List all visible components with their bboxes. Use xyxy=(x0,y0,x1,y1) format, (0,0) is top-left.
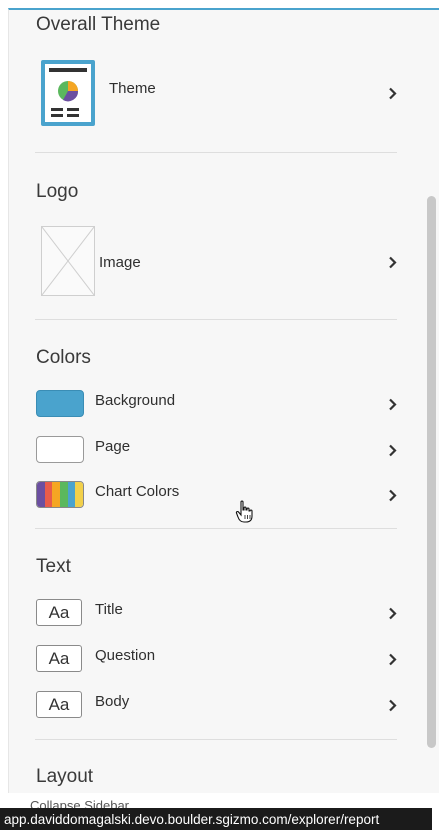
color-row-chart-colors[interactable]: Chart Colors xyxy=(9,478,409,510)
color-row-background[interactable]: Background xyxy=(9,387,409,419)
title-font-sample: Aa xyxy=(36,599,82,626)
page-label: Page xyxy=(95,438,131,455)
body-font-sample: Aa xyxy=(36,691,82,718)
text-row-body[interactable]: Aa Body xyxy=(9,688,409,720)
text-row-title[interactable]: Aa Title xyxy=(9,596,409,628)
title-label: Title xyxy=(95,601,123,618)
logo-image-row[interactable]: Image xyxy=(35,224,405,298)
body-label: Body xyxy=(95,693,130,710)
section-heading-logo: Logo xyxy=(36,181,79,202)
divider xyxy=(35,528,397,529)
text-row-question[interactable]: Aa Question xyxy=(9,642,409,674)
section-heading-text: Text xyxy=(36,556,71,577)
chevron-right-icon xyxy=(385,443,399,457)
hand-cursor-icon xyxy=(235,500,255,529)
theme-row[interactable]: Theme xyxy=(35,58,405,138)
background-color-swatch xyxy=(36,390,84,417)
section-heading-colors: Colors xyxy=(36,347,91,368)
image-label: Image xyxy=(99,254,141,271)
chevron-right-icon xyxy=(385,488,399,502)
chevron-right-icon xyxy=(385,255,399,269)
chevron-right-icon xyxy=(385,698,399,712)
chevron-right-icon xyxy=(385,397,399,411)
color-row-page[interactable]: Page xyxy=(9,433,409,465)
question-font-sample: Aa xyxy=(36,645,82,672)
chevron-right-icon xyxy=(385,86,399,100)
question-label: Question xyxy=(95,647,156,664)
section-heading-layout: Layout xyxy=(36,766,94,787)
sidebar-scrollbar[interactable] xyxy=(427,196,436,748)
section-heading-theme: Overall Theme xyxy=(36,14,161,35)
divider xyxy=(35,739,397,740)
style-sidebar: Overall Theme Theme Logo Image Colors Ba… xyxy=(8,8,439,795)
image-placeholder-icon xyxy=(41,226,95,296)
status-bar-url: app.daviddomagalski.devo.boulder.sgizmo.… xyxy=(0,808,432,830)
chevron-right-icon xyxy=(385,606,399,620)
background-label: Background xyxy=(95,392,176,409)
theme-label: Theme xyxy=(109,80,156,97)
divider xyxy=(35,319,397,320)
chart-colors-label: Chart Colors xyxy=(95,483,180,500)
divider xyxy=(35,152,397,153)
chevron-right-icon xyxy=(385,652,399,666)
chart-colors-swatch xyxy=(36,481,84,508)
theme-thumbnail-icon xyxy=(41,60,95,126)
page-color-swatch xyxy=(36,436,84,463)
